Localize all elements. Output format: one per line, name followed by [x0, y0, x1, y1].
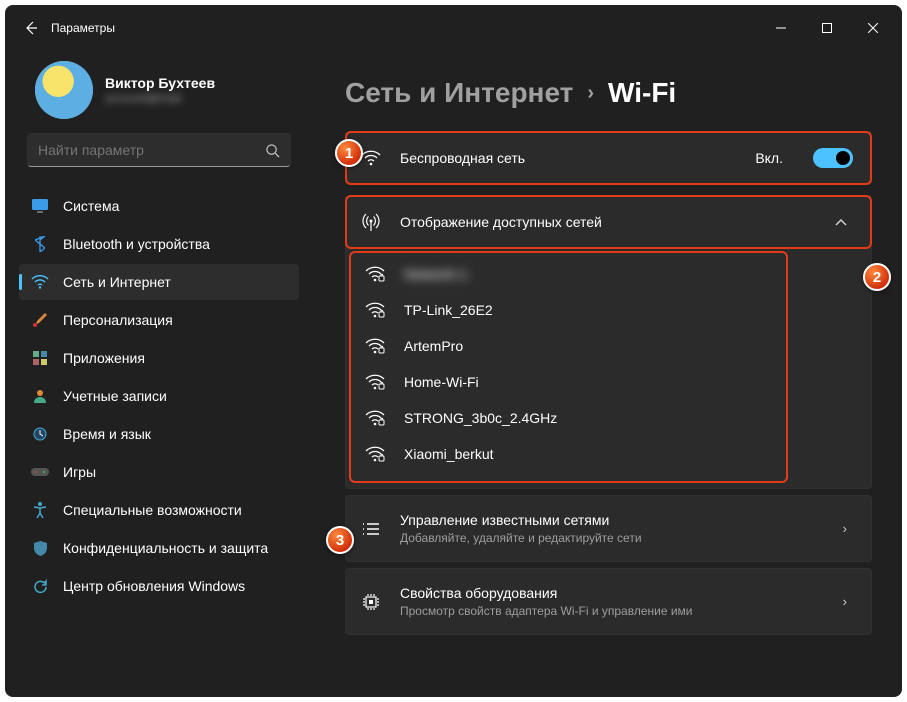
- user-icon: [31, 387, 49, 405]
- available-networks-card: Отображение доступных сетей Network-1 TP-…: [345, 195, 872, 489]
- sidebar-item-1[interactable]: Bluetooth и устройства: [19, 226, 299, 262]
- chip-icon: [360, 593, 382, 611]
- hardware-sub: Просмотр свойств адаптера Wi-Fi и управл…: [400, 604, 819, 618]
- sidebar: Виктор Бухтеев account@mail Система Bluet…: [5, 51, 305, 697]
- monitor-icon: [31, 197, 49, 215]
- sidebar-item-0[interactable]: Система: [19, 188, 299, 224]
- wifi-lock-icon: [364, 374, 386, 390]
- chevron-up-icon: [829, 218, 853, 226]
- sidebar-item-label: Система: [63, 198, 119, 214]
- chevron-right-icon: ›: [837, 594, 853, 609]
- sidebar-item-7[interactable]: Игры: [19, 454, 299, 490]
- wifi-lock-icon: [364, 266, 386, 282]
- titlebar: Параметры: [5, 5, 902, 51]
- sidebar-item-label: Время и язык: [63, 426, 151, 442]
- breadcrumb-parent[interactable]: Сеть и Интернет: [345, 77, 573, 109]
- wifi-icon: [31, 273, 49, 291]
- known-networks-title: Управление известными сетями: [400, 512, 819, 528]
- maximize-button[interactable]: [804, 12, 850, 44]
- minimize-button[interactable]: [758, 12, 804, 44]
- user-account[interactable]: Виктор Бухтеев account@mail: [19, 57, 299, 129]
- accessibility-icon: [31, 501, 49, 519]
- window-title: Параметры: [51, 21, 115, 35]
- wifi-lock-icon: [364, 338, 386, 354]
- breadcrumb-current: Wi-Fi: [608, 77, 676, 109]
- sidebar-item-label: Учетные записи: [63, 388, 167, 404]
- back-button[interactable]: [11, 10, 51, 46]
- wifi-lock-icon: [364, 410, 386, 426]
- network-name: Home-Wi-Fi: [404, 374, 479, 390]
- hardware-properties-card[interactable]: Свойства оборудования Просмотр свойств а…: [345, 568, 872, 635]
- callout-3: 3: [326, 526, 354, 554]
- sidebar-item-2[interactable]: Сеть и Интернет: [19, 264, 299, 300]
- network-item[interactable]: TP-Link_26E2: [350, 292, 787, 328]
- network-item[interactable]: Network-1: [350, 256, 787, 292]
- chevron-right-icon: ›: [837, 521, 853, 536]
- sidebar-item-4[interactable]: Приложения: [19, 340, 299, 376]
- settings-window: 1 2 3 Параметры Виктор Бухтеев account@m…: [5, 5, 902, 697]
- network-name: Network-1: [404, 266, 468, 282]
- sidebar-item-6[interactable]: Время и язык: [19, 416, 299, 452]
- sidebar-item-label: Игры: [63, 464, 96, 480]
- callout-2: 2: [863, 263, 891, 291]
- wifi-toggle-card[interactable]: Беспроводная сеть Вкл.: [345, 131, 872, 185]
- apps-icon: [31, 349, 49, 367]
- network-name: ArtemPro: [404, 338, 463, 354]
- sidebar-item-label: Bluetooth и устройства: [63, 236, 210, 252]
- sidebar-item-10[interactable]: Центр обновления Windows: [19, 568, 299, 604]
- update-icon: [31, 577, 49, 595]
- sidebar-item-label: Приложения: [63, 350, 145, 366]
- main-content: Сеть и Интернет › Wi-Fi Беспроводная сет…: [305, 51, 902, 697]
- shield-icon: [31, 539, 49, 557]
- clock-icon: [31, 425, 49, 443]
- network-name: STRONG_3b0c_2.4GHz: [404, 410, 557, 426]
- known-networks-card[interactable]: Управление известными сетями Добавляйте,…: [345, 495, 872, 562]
- user-email: account@mail: [105, 91, 215, 105]
- window-controls: [758, 12, 896, 44]
- nav-list: Система Bluetooth и устройства Сеть и Инте…: [19, 183, 299, 605]
- wifi-toggle[interactable]: [813, 148, 853, 168]
- wifi-lock-icon: [364, 302, 386, 318]
- available-networks-title: Отображение доступных сетей: [400, 214, 811, 230]
- list-icon: [360, 522, 382, 536]
- network-item[interactable]: Home-Wi-Fi: [350, 364, 787, 400]
- wifi-toggle-title: Беспроводная сеть: [400, 150, 737, 166]
- user-name: Виктор Бухтеев: [105, 75, 215, 91]
- gamepad-icon: [31, 463, 49, 481]
- network-name: TP-Link_26E2: [404, 302, 493, 318]
- broadcast-icon: [360, 212, 382, 232]
- search-box[interactable]: [27, 133, 291, 167]
- close-button[interactable]: [850, 12, 896, 44]
- sidebar-item-3[interactable]: Персонализация: [19, 302, 299, 338]
- chevron-right-icon: ›: [587, 82, 594, 105]
- sidebar-item-label: Конфиденциальность и защита: [63, 540, 268, 556]
- network-list: Network-1 TP-Link_26E2 ArtemPro Home-Wi-Fi S…: [350, 252, 787, 482]
- brush-icon: [31, 311, 49, 329]
- bluetooth-icon: [31, 235, 49, 253]
- sidebar-item-label: Персонализация: [63, 312, 173, 328]
- network-item[interactable]: ArtemPro: [350, 328, 787, 364]
- sidebar-item-label: Специальные возможности: [63, 502, 242, 518]
- wifi-lock-icon: [364, 446, 386, 462]
- avatar: [35, 61, 93, 119]
- hardware-title: Свойства оборудования: [400, 585, 819, 601]
- known-networks-sub: Добавляйте, удаляйте и редактируйте сети: [400, 531, 819, 545]
- network-name: Xiaomi_berkut: [404, 446, 494, 462]
- sidebar-item-9[interactable]: Конфиденциальность и защита: [19, 530, 299, 566]
- network-item[interactable]: Xiaomi_berkut: [350, 436, 787, 472]
- wifi-icon: [360, 150, 382, 166]
- arrow-left-icon: [23, 20, 39, 36]
- sidebar-item-5[interactable]: Учетные записи: [19, 378, 299, 414]
- breadcrumb: Сеть и Интернет › Wi-Fi: [345, 51, 872, 131]
- available-networks-header[interactable]: Отображение доступных сетей: [346, 196, 871, 248]
- wifi-toggle-state: Вкл.: [755, 150, 783, 166]
- sidebar-item-8[interactable]: Специальные возможности: [19, 492, 299, 528]
- network-item[interactable]: STRONG_3b0c_2.4GHz: [350, 400, 787, 436]
- sidebar-item-label: Сеть и Интернет: [63, 274, 171, 290]
- search-icon: [265, 143, 280, 158]
- sidebar-item-label: Центр обновления Windows: [63, 578, 245, 594]
- callout-1: 1: [335, 139, 363, 167]
- search-input[interactable]: [38, 142, 265, 158]
